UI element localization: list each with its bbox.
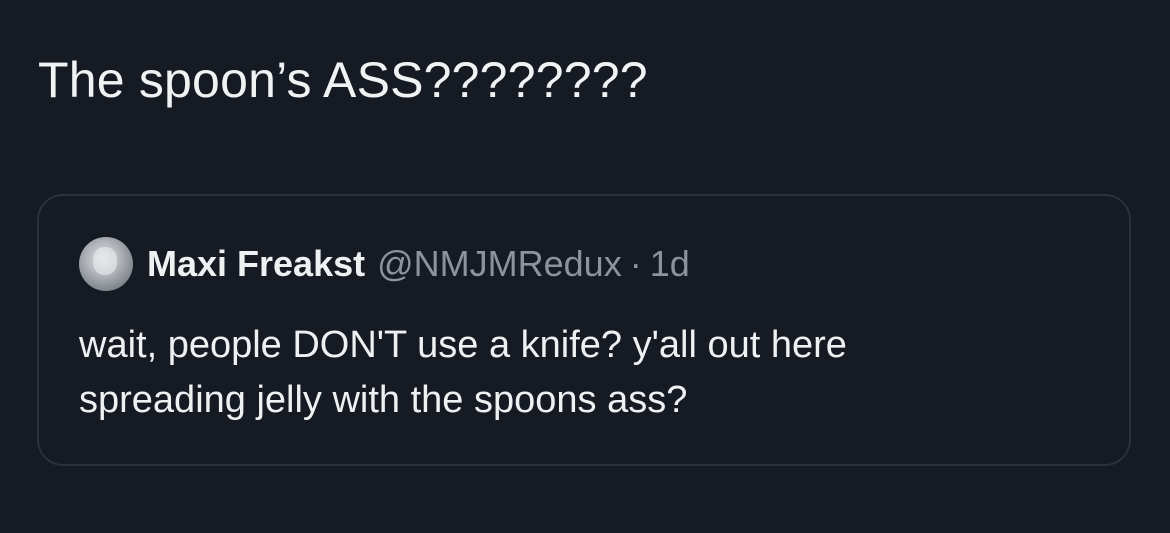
tweet-text: The spoon’s ASS????????: [38, 52, 648, 108]
quoted-author-handle[interactable]: @NMJMRedux: [377, 243, 622, 285]
quoted-author-name[interactable]: Maxi Freakst: [147, 243, 365, 285]
quoted-tweet-line: wait, people DON'T use a knife? y'all ou…: [79, 324, 847, 366]
quoted-tweet-header: Maxi Freakst @NMJMRedux · 1d: [79, 236, 690, 292]
user-avatar-icon[interactable]: [79, 237, 133, 291]
quoted-tweet-card[interactable]: Maxi Freakst @NMJMRedux · 1d wait, peopl…: [37, 194, 1131, 466]
quoted-tweet-age[interactable]: 1d: [650, 243, 690, 285]
quoted-tweet-line: spreading jelly with the spoons ass?: [79, 379, 688, 421]
quoted-tweet-text: wait, people DON'T use a knife? y'all ou…: [79, 318, 1099, 428]
separator-dot: ·: [629, 243, 642, 284]
